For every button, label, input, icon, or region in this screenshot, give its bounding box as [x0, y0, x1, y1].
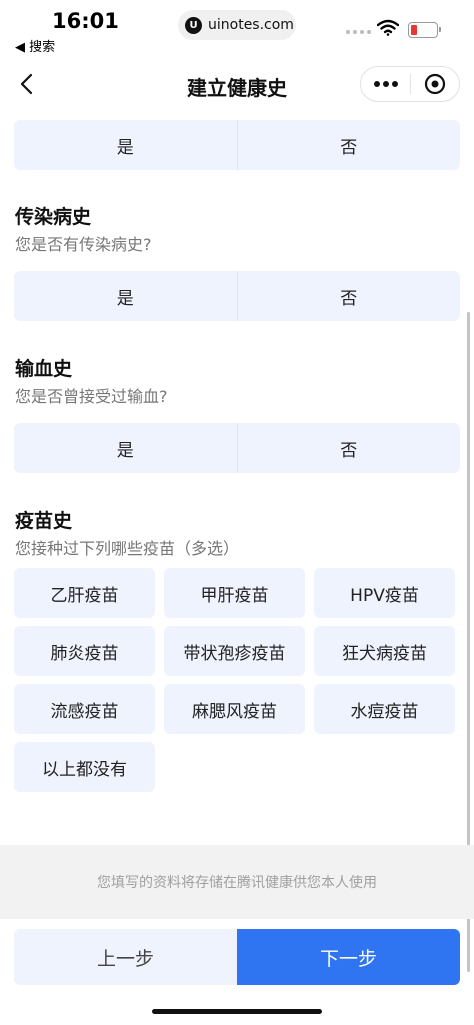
infectious-yes-button[interactable]: 是	[14, 271, 237, 321]
target-circle-icon[interactable]	[411, 73, 459, 95]
battery-icon	[408, 22, 441, 38]
previous-yes-no-group: 是 否	[14, 120, 460, 170]
back-to-app-link[interactable]: ◀ 搜索	[15, 36, 55, 55]
wifi-icon	[376, 19, 400, 40]
transfusion-yes-no-group: 是 否	[14, 423, 460, 473]
url-pill[interactable]: U uinotes.com	[178, 10, 296, 40]
privacy-notice: 您填写的资料将存储在腾讯健康供您本人使用	[0, 845, 474, 919]
home-indicator[interactable]	[152, 1009, 322, 1014]
vaccine-option-hpv[interactable]: HPV疫苗	[314, 568, 455, 618]
transfusion-question: 您是否曾接受过输血?	[15, 387, 168, 406]
vaccine-title: 疫苗史	[15, 510, 73, 532]
vaccine-option-mmr[interactable]: 麻腮风疫苗	[164, 684, 305, 734]
vaccine-option-pneumonia[interactable]: 肺炎疫苗	[14, 626, 155, 676]
step-buttons: 上一步 下一步	[14, 929, 460, 985]
previous-no-button[interactable]: 否	[238, 120, 461, 170]
vaccine-option-varicella[interactable]: 水痘疫苗	[314, 684, 455, 734]
vaccine-option-none[interactable]: 以上都没有	[14, 742, 155, 792]
infectious-question: 您是否有传染病史?	[15, 235, 152, 254]
more-dots-icon[interactable]	[361, 81, 410, 87]
vaccine-option-hepatitis-b[interactable]: 乙肝疫苗	[14, 568, 155, 618]
previous-yes-button[interactable]: 是	[14, 120, 237, 170]
vaccine-option-shingles[interactable]: 带状孢疹疫苗	[164, 626, 305, 676]
transfusion-title: 输血史	[15, 358, 73, 380]
vaccine-option-hepatitis-a[interactable]: 甲肝疫苗	[164, 568, 305, 618]
next-step-button[interactable]: 下一步	[237, 929, 460, 985]
mini-program-capsule	[360, 66, 460, 102]
transfusion-no-button[interactable]: 否	[238, 423, 461, 473]
infectious-yes-no-group: 是 否	[14, 271, 460, 321]
infectious-no-button[interactable]: 否	[238, 271, 461, 321]
vaccine-option-rabies[interactable]: 狂犬病疫苗	[314, 626, 455, 676]
url-text: uinotes.com	[208, 17, 294, 33]
form-content[interactable]: 是 否 传染病史 您是否有传染病史? 是 否 输血史 您是否曾接受过输血? 是 …	[0, 110, 474, 845]
nav-bar: 建立健康史	[0, 58, 474, 110]
site-logo-icon: U	[185, 16, 202, 34]
infectious-title: 传染病史	[15, 206, 92, 228]
vaccine-question: 您接种过下列哪些疫苗（多选）	[15, 539, 240, 558]
vaccine-option-flu[interactable]: 流感疫苗	[14, 684, 155, 734]
transfusion-yes-button[interactable]: 是	[14, 423, 237, 473]
prev-step-button[interactable]: 上一步	[14, 929, 237, 985]
signal-icon	[346, 30, 371, 34]
status-bar: 16:01 ◀ 搜索 U uinotes.com	[0, 0, 474, 58]
status-time: 16:01	[52, 9, 119, 33]
